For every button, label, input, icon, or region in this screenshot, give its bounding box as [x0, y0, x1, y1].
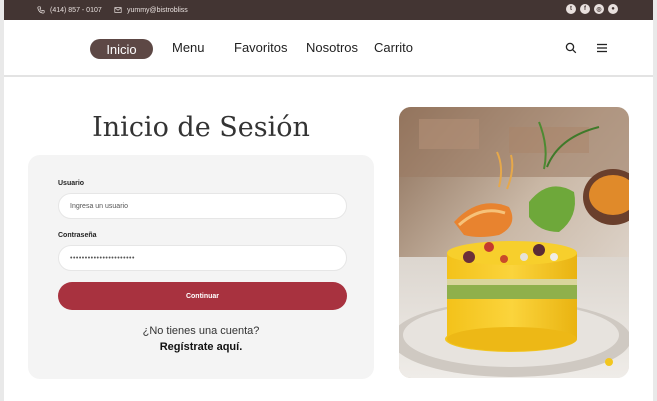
nav-item-favoritos[interactable]: Favoritos	[234, 40, 287, 55]
dish-photo	[399, 107, 629, 378]
top-contact-bar: (414) 857 - 0107 yummy@bistrobliss t f ◎…	[4, 0, 653, 20]
nav-item-nosotros[interactable]: Nosotros	[306, 40, 358, 55]
search-icon[interactable]	[565, 42, 577, 54]
email-address: yummy@bistrobliss	[127, 6, 188, 14]
password-label: Contraseña	[58, 232, 97, 239]
page-frame: (414) 857 - 0107 yummy@bistrobliss t f ◎…	[4, 0, 653, 401]
social-links: t f ◎ ●	[566, 4, 618, 14]
username-label: Usuario	[58, 180, 85, 187]
main-navigation: Inicio Menu Favoritos Nosotros Carrito	[4, 20, 653, 77]
github-icon[interactable]: ●	[608, 4, 618, 14]
page-title: Inicio de Sesión	[92, 112, 310, 143]
nav-item-menu[interactable]: Menu	[172, 40, 205, 55]
phone-contact[interactable]: (414) 857 - 0107	[37, 0, 102, 20]
password-input[interactable]: ••••••••••••••••••••••	[58, 245, 347, 271]
no-account-text: ¿No tienes una cuenta?	[142, 325, 260, 337]
causa-dish-illustration	[399, 107, 629, 378]
continue-button[interactable]: Continuar	[58, 282, 347, 310]
twitter-icon[interactable]: t	[566, 4, 576, 14]
email-contact[interactable]: yummy@bistrobliss	[114, 0, 188, 20]
phone-number: (414) 857 - 0107	[50, 6, 102, 14]
page-edge-right	[653, 0, 657, 401]
facebook-icon[interactable]: f	[580, 4, 590, 14]
username-input[interactable]: Ingresa un usuario	[58, 193, 347, 219]
instagram-icon[interactable]: ◎	[594, 4, 604, 14]
login-card: Usuario Ingresa un usuario Contraseña ••…	[28, 155, 374, 379]
nav-item-carrito[interactable]: Carrito	[374, 40, 413, 55]
hamburger-menu-icon[interactable]	[596, 42, 608, 54]
phone-icon	[37, 6, 45, 14]
mail-icon	[114, 7, 122, 13]
register-link[interactable]: Regístrate aquí.	[28, 341, 374, 353]
nav-item-inicio[interactable]: Inicio	[90, 39, 153, 59]
